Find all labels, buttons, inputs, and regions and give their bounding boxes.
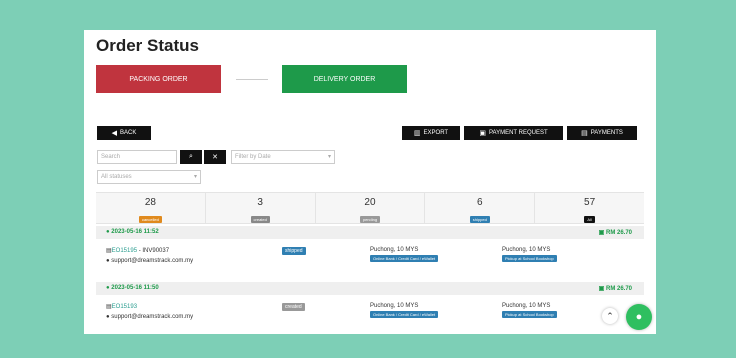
status-badge: shipped bbox=[469, 216, 490, 223]
order-row[interactable]: ▤EO15195 - INV90037 ● support@dreamstrac… bbox=[96, 243, 644, 271]
money-icon: ▣ bbox=[479, 130, 486, 137]
status-badge: pending bbox=[359, 216, 381, 223]
stat-pending[interactable]: 20 pending bbox=[316, 193, 426, 223]
invoice-number: - INV90037 bbox=[137, 248, 170, 254]
location: Puchong, 10 MYS bbox=[370, 303, 419, 309]
search-button[interactable]: ⌕ bbox=[180, 150, 202, 164]
status-summary: 28 cancelled 3 created 20 pending 6 ship… bbox=[96, 192, 644, 224]
order-reference: ▤EO15195 - INV90037 bbox=[106, 247, 169, 254]
delivery-info: Puchong, 10 MYS Pickup at School Booksho… bbox=[502, 303, 557, 318]
status-badge: All bbox=[584, 216, 595, 223]
delivery-method-tag: Pickup at School Bookshop bbox=[502, 255, 557, 262]
chevron-down-icon: ▾ bbox=[193, 174, 197, 180]
order-reference: ▤EO15193 bbox=[106, 303, 137, 310]
page-title: Order Status bbox=[96, 36, 199, 55]
location: Puchong, 10 MYS bbox=[502, 247, 551, 253]
date-filter-placeholder: Filter by Date bbox=[235, 154, 271, 160]
chat-icon: ● bbox=[635, 311, 643, 323]
order-id-link[interactable]: EO15195 bbox=[112, 248, 137, 254]
back-button[interactable]: ◀ BACK bbox=[97, 126, 151, 140]
stat-count: 6 bbox=[477, 197, 483, 208]
status-filter-placeholder: All statuses bbox=[101, 174, 132, 180]
export-button[interactable]: ▥ EXPORT bbox=[402, 126, 460, 140]
order-row[interactable]: ▤EO15193 ● support@dreamstrack.com.my cr… bbox=[96, 299, 644, 327]
payment-info: Puchong, 10 MYS Online Bank / Credit Car… bbox=[370, 247, 439, 262]
stat-count: 57 bbox=[584, 197, 596, 208]
order-datetime: ● 2023-05-16 11:52 bbox=[106, 229, 159, 235]
order-datetime: ● 2023-05-16 11:50 bbox=[106, 285, 159, 291]
stat-all[interactable]: 57 All bbox=[535, 193, 644, 223]
status-filter[interactable]: All statuses ▾ bbox=[97, 170, 201, 184]
payment-method-tag: Online Bank / Credit Card / eWallet bbox=[370, 255, 439, 262]
chevron-up-icon: ⌃ bbox=[606, 310, 614, 321]
user-icon: ● bbox=[106, 314, 110, 320]
stat-cancelled[interactable]: 28 cancelled bbox=[96, 193, 206, 223]
stat-created[interactable]: 3 created bbox=[206, 193, 316, 223]
step-connector bbox=[236, 79, 268, 80]
order-id-link[interactable]: EO15193 bbox=[112, 304, 137, 310]
search-input[interactable]: Search bbox=[97, 150, 177, 164]
payment-method-tag: Online Bank / Credit Card / eWallet bbox=[370, 311, 439, 318]
payments-label: PAYMENTS bbox=[590, 130, 623, 136]
stat-shipped[interactable]: 6 shipped bbox=[425, 193, 536, 223]
order-amount: ▣ RM 26.70 bbox=[598, 230, 632, 236]
back-label: BACK bbox=[120, 130, 137, 136]
payment-request-button[interactable]: ▣ PAYMENT REQUEST bbox=[464, 126, 563, 140]
order-group-header: ● 2023-05-16 11:50 ▣ RM 26.70 bbox=[96, 282, 644, 295]
date-filter[interactable]: Filter by Date ▾ bbox=[231, 150, 335, 164]
export-label: EXPORT bbox=[423, 130, 449, 136]
packing-order-step[interactable]: PACKING ORDER bbox=[96, 65, 221, 93]
payments-button[interactable]: ▤ PAYMENTS bbox=[567, 126, 637, 140]
search-icon: ⌕ bbox=[189, 153, 193, 160]
order-amount: ▣ RM 26.70 bbox=[598, 286, 632, 292]
user-icon: ● bbox=[106, 258, 110, 264]
status-badge: created bbox=[250, 216, 270, 223]
stat-count: 20 bbox=[364, 197, 376, 208]
stat-count: 3 bbox=[257, 197, 263, 208]
order-email: ● support@dreamstrack.com.my bbox=[106, 314, 194, 320]
clear-button[interactable]: ✕ bbox=[204, 150, 226, 164]
chart-icon: ▥ bbox=[413, 130, 421, 137]
location: Puchong, 10 MYS bbox=[502, 303, 551, 309]
delivery-info: Puchong, 10 MYS Pickup at School Booksho… bbox=[502, 247, 557, 262]
status-badge: cancelled bbox=[138, 216, 162, 223]
delivery-order-step[interactable]: DELIVERY ORDER bbox=[282, 65, 407, 93]
card-icon: ▤ bbox=[581, 130, 588, 137]
location: Puchong, 10 MYS bbox=[370, 247, 419, 253]
chat-button[interactable]: ● bbox=[626, 304, 652, 330]
back-icon: ◀ bbox=[111, 130, 118, 137]
scroll-to-top-button[interactable]: ⌃ bbox=[602, 308, 618, 324]
order-email: ● support@dreamstrack.com.my bbox=[106, 258, 194, 264]
stat-count: 28 bbox=[144, 197, 156, 208]
order-status-card: Order Status PACKING ORDER DELIVERY ORDE… bbox=[84, 30, 656, 334]
order-group-header: ● 2023-05-16 11:52 ▣ RM 26.70 bbox=[96, 226, 644, 239]
close-icon: ✕ bbox=[212, 154, 218, 161]
delivery-method-tag: Pickup at School Bookshop bbox=[502, 311, 557, 318]
status-badge: created bbox=[282, 303, 305, 311]
chevron-down-icon: ▾ bbox=[327, 154, 331, 160]
status-badge: shipped bbox=[282, 247, 306, 255]
payment-request-label: PAYMENT REQUEST bbox=[488, 130, 548, 136]
payment-info: Puchong, 10 MYS Online Bank / Credit Car… bbox=[370, 303, 439, 318]
